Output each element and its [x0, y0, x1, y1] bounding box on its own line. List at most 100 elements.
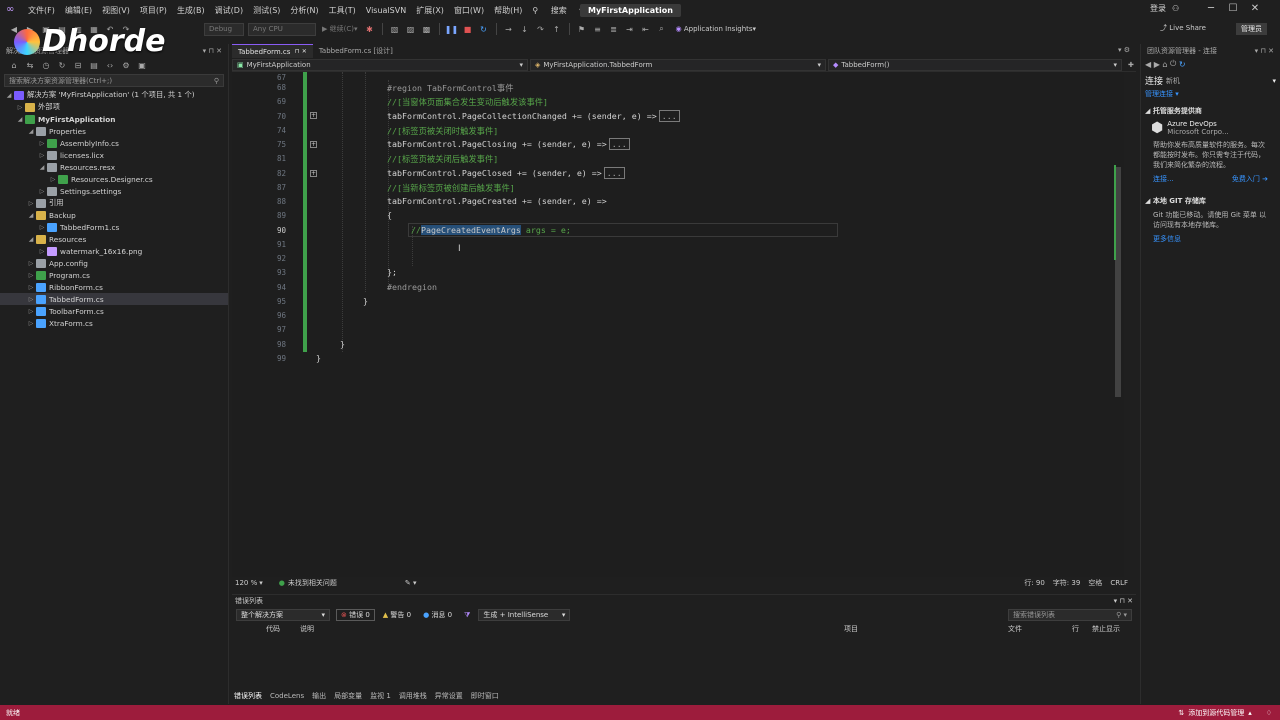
more-info-link[interactable]: 更多信息: [1141, 232, 1280, 246]
col-project[interactable]: 项目: [844, 624, 858, 634]
tab-locals[interactable]: 局部变量: [334, 691, 362, 701]
code-editor[interactable]: 67 68 69 70 74 75 81 82 87 88 89 90 91 92 93 94 95 96 97 98…: [232, 72, 1124, 577]
menu-edit[interactable]: 编辑(E): [65, 5, 92, 16]
col-code[interactable]: 代码: [266, 624, 280, 634]
history-icon[interactable]: ◷: [40, 59, 52, 71]
bookmark-icon[interactable]: ⚑: [576, 23, 588, 35]
close-tab-icon[interactable]: ✕: [302, 48, 307, 55]
maximize-button[interactable]: ☐: [1222, 3, 1244, 14]
expand-chevron-icon[interactable]: ▷: [26, 284, 36, 291]
expand-chevron-icon[interactable]: ◢: [26, 212, 36, 219]
brush-icon[interactable]: ✎ ▾: [405, 579, 417, 587]
source-control-icon[interactable]: ⇅: [1178, 709, 1184, 717]
type-dropdown[interactable]: ◈ MyFirstApplication.TabbedForm ▾: [530, 59, 826, 71]
split-icon[interactable]: ✚: [1128, 61, 1134, 69]
tree-item[interactable]: ▷ TabbedForm.cs: [0, 293, 228, 305]
project-dropdown[interactable]: ▣ MyFirstApplication ▾: [232, 59, 528, 71]
expand-chevron-icon[interactable]: ▷: [26, 272, 36, 279]
tree-item[interactable]: ◢ Backup: [0, 209, 228, 221]
col-file[interactable]: 文件: [1008, 624, 1022, 634]
scope-select[interactable]: 整个解决方案 ▾: [236, 609, 330, 621]
tree-item[interactable]: ▷ RibbonForm.cs: [0, 281, 228, 293]
collapsed-block[interactable]: ...: [608, 138, 630, 150]
menu-window[interactable]: 窗口(W): [454, 5, 484, 16]
menu-help[interactable]: 帮助(H): [494, 5, 522, 16]
tab-immediate[interactable]: 即时窗口: [471, 691, 499, 701]
pin-icon[interactable]: ⊓: [1260, 47, 1265, 55]
expand-chevron-icon[interactable]: ▷: [26, 320, 36, 327]
indent-icon[interactable]: ⇥: [624, 23, 636, 35]
expand-chevron-icon[interactable]: ◢: [26, 128, 36, 135]
errors-filter-button[interactable]: ⊗ 错误 0: [336, 609, 375, 621]
expand-region-icon[interactable]: +: [310, 170, 317, 177]
warnings-filter-button[interactable]: ▲ 警告 0: [379, 609, 415, 621]
step-into-icon[interactable]: ↓: [519, 23, 531, 35]
tree-item[interactable]: ◢ 解决方案 'MyFirstApplication' (1 个项目, 共 1 个…: [0, 89, 228, 101]
account-icon[interactable]: ⚇: [1172, 4, 1179, 13]
tree-item[interactable]: ▷ licenses.licx: [0, 149, 228, 161]
show-all-files-icon[interactable]: ▤: [88, 59, 100, 71]
continue-button[interactable]: ▶ 继续(C) ▾: [322, 24, 358, 34]
menu-debug[interactable]: 调试(D): [215, 5, 243, 16]
stop-icon[interactable]: ■: [462, 23, 474, 35]
home-icon[interactable]: ⌂: [1162, 60, 1167, 69]
menu-test[interactable]: 测试(S): [253, 5, 280, 16]
format-icon[interactable]: ▨: [405, 23, 417, 35]
search-menu[interactable]: ⚲ 搜索 ▾: [532, 5, 583, 16]
member-dropdown[interactable]: ◆ TabbedForm() ▾: [828, 59, 1122, 71]
expand-chevron-icon[interactable]: ◢: [4, 92, 14, 99]
pause-icon[interactable]: ❚❚: [445, 23, 458, 35]
close-panel-icon[interactable]: ✕: [1127, 597, 1133, 605]
collapse-icon[interactable]: ◢: [1145, 197, 1150, 205]
expand-chevron-icon[interactable]: ▷: [37, 224, 47, 231]
tree-item[interactable]: ▷ 外部项: [0, 101, 228, 113]
expand-chevron-icon[interactable]: ▷: [48, 176, 58, 183]
collapsed-block[interactable]: ...: [658, 110, 680, 122]
notifications-icon[interactable]: ♢: [1266, 709, 1272, 717]
menu-file[interactable]: 文件(F): [28, 5, 55, 16]
menu-extensions[interactable]: 扩展(X): [416, 5, 444, 16]
tree-item[interactable]: ▷ XtraForm.cs: [0, 317, 228, 329]
application-insights-button[interactable]: ◉ Application Insights ▾: [676, 25, 757, 33]
expand-chevron-icon[interactable]: ▷: [37, 248, 47, 255]
comment-icon[interactable]: ≡: [592, 23, 604, 35]
expand-chevron-icon[interactable]: ▷: [26, 296, 36, 303]
filter-icon[interactable]: ⧩: [460, 609, 474, 621]
tree-item[interactable]: ◢ MyFirstApplication: [0, 113, 228, 125]
expand-region-icon[interactable]: +: [310, 112, 317, 119]
expand-chevron-icon[interactable]: ▷: [37, 188, 47, 195]
chevron-down-icon[interactable]: ▾: [1272, 77, 1276, 85]
manage-connections-link[interactable]: 管理连接 ▾: [1141, 87, 1280, 101]
tab-error-list[interactable]: 错误列表: [234, 691, 262, 701]
refresh-icon[interactable]: ↻: [1179, 60, 1186, 69]
menu-view[interactable]: 视图(V): [102, 5, 130, 16]
tree-item[interactable]: ▷ Program.cs: [0, 269, 228, 281]
dropdown-icon[interactable]: ▾: [1114, 597, 1118, 605]
vertical-scrollbar[interactable]: [1112, 72, 1124, 577]
tree-item[interactable]: ▷ Settings.settings: [0, 185, 228, 197]
collapsed-block[interactable]: ...: [603, 167, 625, 179]
free-start-link[interactable]: 免费入门: [1232, 174, 1260, 184]
step-over-icon[interactable]: ↷: [535, 23, 547, 35]
platform-select[interactable]: Any CPU: [248, 22, 316, 36]
pin-icon[interactable]: ⊓: [295, 48, 300, 55]
tree-item[interactable]: ▷ App.config: [0, 257, 228, 269]
tree-item[interactable]: ◢ Properties: [0, 125, 228, 137]
tree-item[interactable]: ▷ 引用: [0, 197, 228, 209]
menu-build[interactable]: 生成(B): [177, 5, 205, 16]
forward-icon[interactable]: ▶: [1154, 60, 1160, 69]
uncomment-icon[interactable]: ≣: [608, 23, 620, 35]
issues-status[interactable]: 未找到相关问题: [288, 578, 337, 588]
tree-item[interactable]: ◢ Resources: [0, 233, 228, 245]
tab-call-stack[interactable]: 调用堆栈: [399, 691, 427, 701]
expand-chevron-icon[interactable]: ▷: [26, 200, 36, 207]
tab-tabbedform-cs[interactable]: TabbedForm.cs ⊓ ✕: [232, 44, 313, 58]
step-out-icon[interactable]: ↑: [551, 23, 563, 35]
expand-region-icon[interactable]: +: [310, 141, 317, 148]
close-panel-icon[interactable]: ✕: [1268, 47, 1274, 55]
pin-icon[interactable]: ⊓: [1119, 597, 1124, 605]
login-link[interactable]: 登录: [1150, 3, 1166, 14]
restart-icon[interactable]: ↻: [478, 23, 490, 35]
minimize-button[interactable]: ─: [1200, 3, 1222, 14]
outdent-icon[interactable]: ⇤: [640, 23, 652, 35]
